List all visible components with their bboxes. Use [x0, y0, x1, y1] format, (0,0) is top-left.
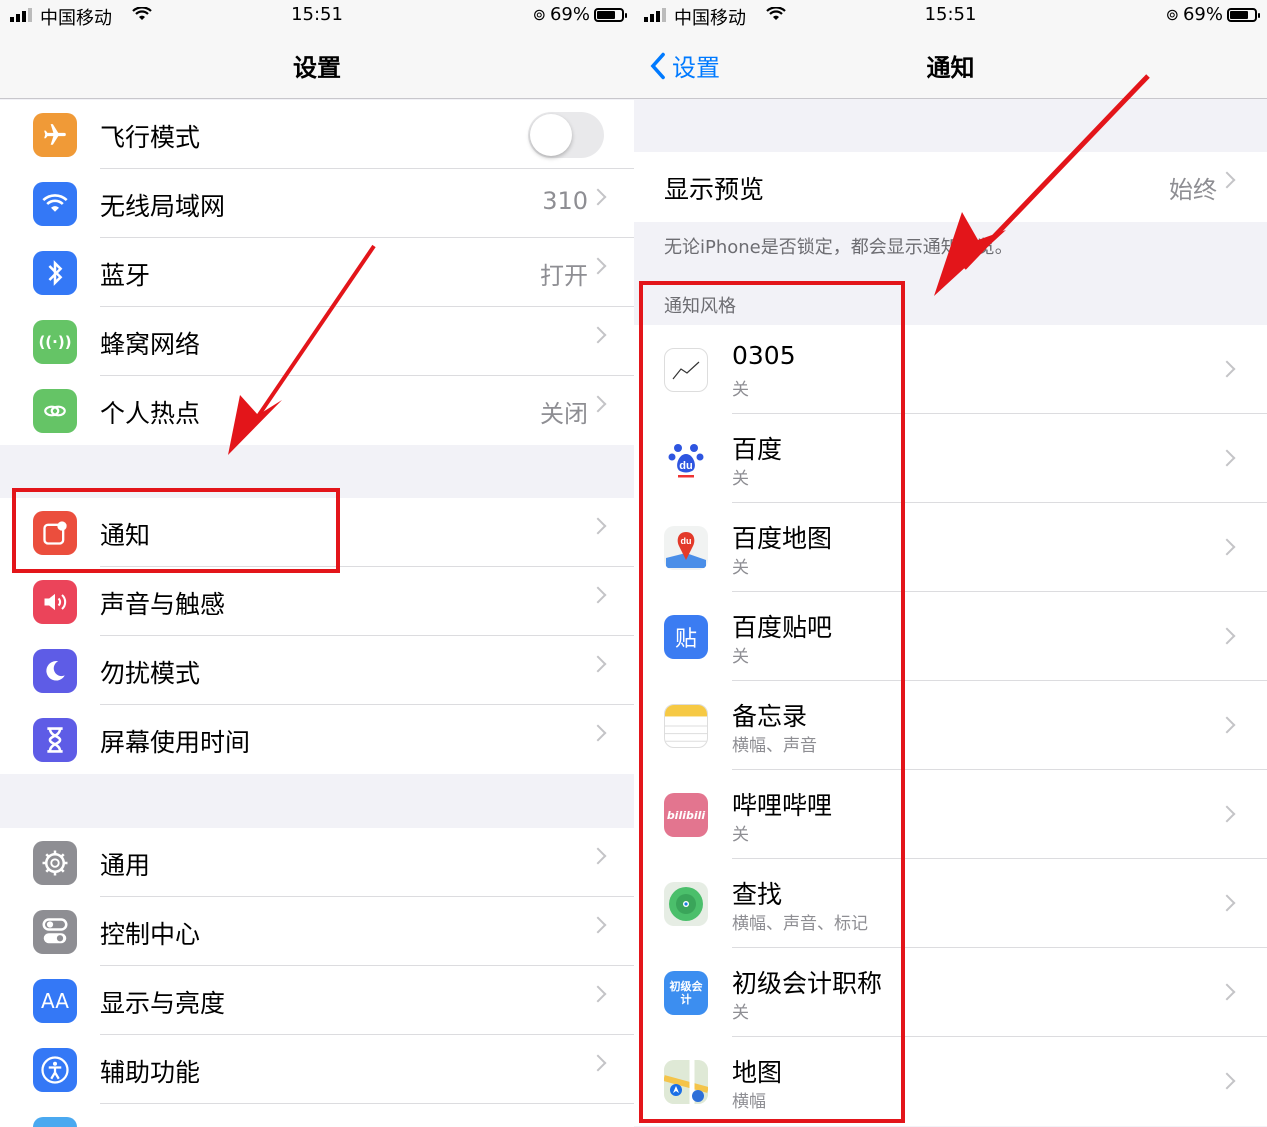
- row-show-preview[interactable]: 显示预览 始终: [634, 152, 1267, 222]
- battery-indicator: ⊚ 69%: [1165, 4, 1260, 25]
- battery-icon: [594, 7, 627, 22]
- row-partial: [0, 1104, 634, 1127]
- row-hotspot[interactable]: 个人热点 关闭: [0, 376, 634, 445]
- airplane-icon: [33, 113, 77, 157]
- row-label: 通用: [100, 851, 151, 880]
- row-bluetooth[interactable]: 蓝牙 打开: [0, 238, 634, 307]
- airplane-toggle[interactable]: [528, 112, 604, 158]
- speaker-icon: [33, 580, 77, 624]
- nav-bar: 设置 通知: [634, 30, 1267, 99]
- rotation-lock-icon: ⊚: [532, 5, 546, 24]
- chevron-right-icon: [1218, 983, 1236, 1001]
- chevron-right-icon: [589, 985, 607, 1003]
- chevron-right-icon: [1218, 171, 1236, 189]
- row-sounds[interactable]: 声音与触感: [0, 567, 634, 636]
- row-screen-time[interactable]: 屏幕使用时间: [0, 705, 634, 774]
- row-label: 勿扰模式: [100, 659, 201, 688]
- wifi-icon: [33, 182, 77, 226]
- chevron-right-icon: [589, 1054, 607, 1072]
- settings-group-connectivity: 飞行模式 无线局域网 310 蓝牙 打开 ((·)) 蜂窝网络 个人热点 关闭: [0, 100, 634, 445]
- battery-percent: 69%: [1182, 4, 1223, 25]
- status-bar: 中国移动 15:51 ⊚ 69%: [634, 0, 1267, 30]
- show-preview-group: 显示预览 始终: [634, 152, 1267, 222]
- chevron-right-icon: [589, 517, 607, 535]
- chevron-right-icon: [1218, 894, 1236, 912]
- switches-icon: [33, 910, 77, 954]
- row-do-not-disturb[interactable]: 勿扰模式: [0, 636, 634, 705]
- chevron-right-icon: [1218, 538, 1236, 556]
- moon-icon: [33, 649, 77, 693]
- page-title: 通知: [926, 54, 975, 82]
- chevron-right-icon: [1218, 805, 1236, 823]
- chevron-right-icon: [1218, 716, 1236, 734]
- wallpaper-icon: [33, 1117, 77, 1127]
- rotation-lock-icon: ⊚: [1165, 5, 1179, 24]
- settings-screen: 中国移动 15:51 ⊚ 69% 设置 飞行模式 无线局域网 310 蓝牙 打开…: [0, 0, 634, 1127]
- chevron-right-icon: [589, 257, 607, 275]
- chevron-right-icon: [589, 655, 607, 673]
- settings-group-general: 通用 控制中心 AA 显示与亮度 辅助功能: [0, 828, 634, 1127]
- row-display[interactable]: AA 显示与亮度: [0, 966, 634, 1035]
- row-label: 辅助功能: [100, 1058, 201, 1087]
- row-value: 始终: [1169, 176, 1217, 204]
- hourglass-icon: [33, 718, 77, 762]
- chevron-right-icon: [589, 916, 607, 934]
- bluetooth-icon: [33, 251, 77, 295]
- chevron-right-icon: [589, 326, 607, 344]
- page-title: 设置: [293, 54, 341, 82]
- antenna-icon: ((·)): [33, 320, 77, 364]
- row-value: 打开: [540, 262, 588, 290]
- row-label: 个人热点: [100, 399, 201, 428]
- battery-icon: [1227, 7, 1260, 22]
- row-label: 无线局域网: [100, 192, 226, 221]
- row-label: 飞行模式: [100, 123, 201, 152]
- row-value: 310: [542, 187, 588, 215]
- chevron-right-icon: [589, 847, 607, 865]
- row-label: 蓝牙: [100, 261, 151, 290]
- chevron-right-icon: [1218, 1072, 1236, 1090]
- chevron-right-icon: [1218, 449, 1236, 467]
- chevron-right-icon: [1218, 627, 1236, 645]
- row-accessibility[interactable]: 辅助功能: [0, 1035, 634, 1104]
- highlight-box: [639, 281, 905, 1123]
- nav-bar: 设置: [0, 30, 634, 99]
- row-label: 显示预览: [664, 175, 765, 204]
- aa-icon: AA: [33, 979, 77, 1023]
- notifications-screen: 中国移动 15:51 ⊚ 69% 设置 通知 显示预览 始终 无论iPhone是…: [634, 0, 1267, 1127]
- row-airplane-mode[interactable]: 飞行模式: [0, 100, 634, 169]
- preview-footnote: 无论iPhone是否锁定，都会显示通知预览。: [664, 237, 1013, 258]
- row-label: 蜂窝网络: [100, 330, 201, 359]
- row-cellular[interactable]: ((·)) 蜂窝网络: [0, 307, 634, 376]
- row-control-center[interactable]: 控制中心: [0, 897, 634, 966]
- chevron-right-icon: [589, 586, 607, 604]
- row-label: 声音与触感: [100, 590, 226, 619]
- accessibility-icon: [33, 1048, 77, 1092]
- battery-percent: 69%: [549, 4, 590, 25]
- chevron-right-icon: [589, 188, 607, 206]
- highlight-box: [12, 488, 340, 573]
- row-value: 关闭: [540, 400, 588, 428]
- battery-indicator: ⊚ 69%: [532, 4, 627, 25]
- chevron-right-icon: [589, 395, 607, 413]
- row-label: 显示与亮度: [100, 989, 226, 1018]
- row-label: 控制中心: [100, 920, 201, 949]
- chevron-right-icon: [589, 724, 607, 742]
- chevron-right-icon: [1218, 360, 1236, 378]
- status-bar: 中国移动 15:51 ⊚ 69%: [0, 0, 634, 30]
- row-label: 屏幕使用时间: [100, 728, 251, 757]
- hotspot-icon: [33, 389, 77, 433]
- row-general[interactable]: 通用: [0, 828, 634, 897]
- row-wifi[interactable]: 无线局域网 310: [0, 169, 634, 238]
- gear-icon: [33, 841, 77, 885]
